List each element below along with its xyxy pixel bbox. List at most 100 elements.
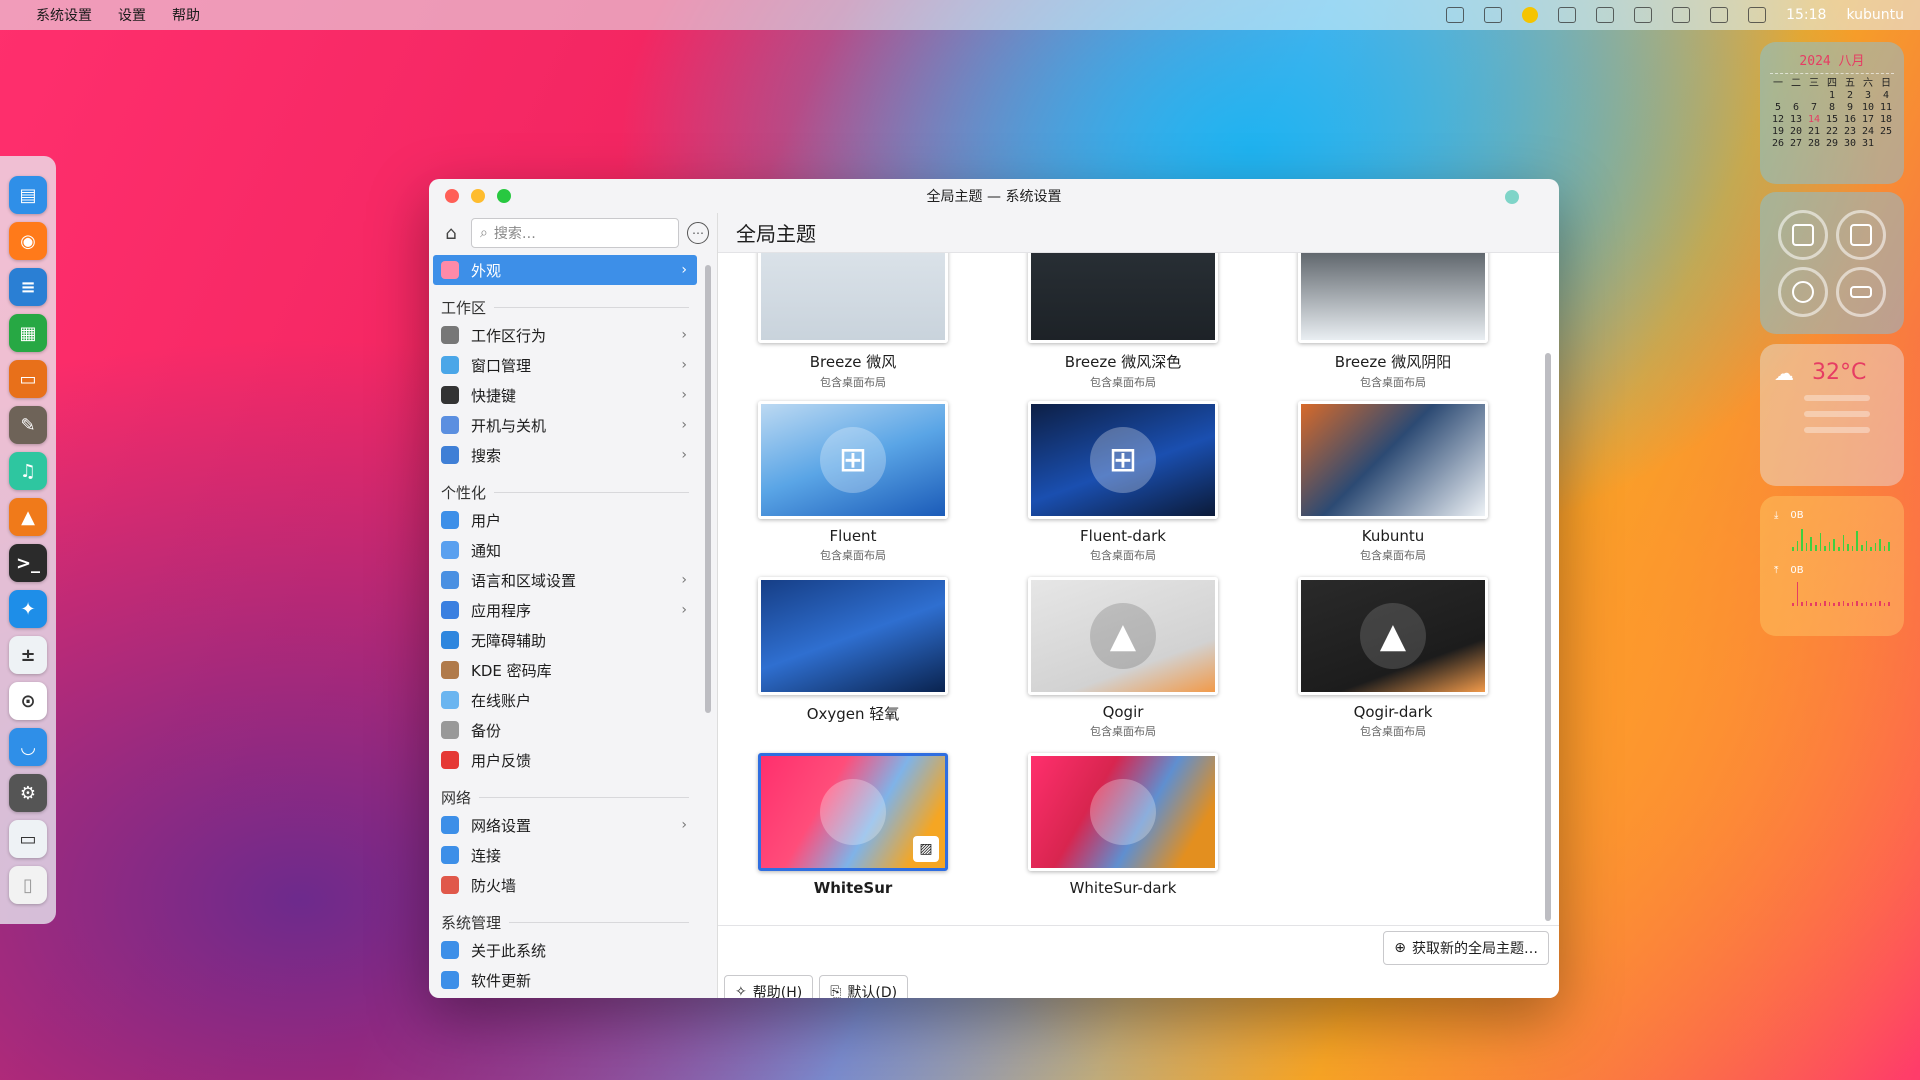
- sidebar-item[interactable]: 外观 ›: [433, 255, 697, 285]
- writer-app-icon[interactable]: ≡: [9, 268, 47, 306]
- notification-icon[interactable]: [1484, 7, 1503, 23]
- close-button[interactable]: [445, 189, 459, 203]
- theme-preview[interactable]: ⊞: [1028, 401, 1218, 519]
- theme-preview[interactable]: ⊞: [758, 401, 948, 519]
- theme-card[interactable]: ⊞ Fluent-dark 包含桌面布局: [1028, 401, 1218, 563]
- calendar-day[interactable]: [1878, 138, 1894, 150]
- calendar-day[interactable]: 1: [1824, 90, 1840, 102]
- calc-app-icon[interactable]: ▦: [9, 314, 47, 352]
- get-new-themes-button[interactable]: ⊕ 获取新的全局主题…: [1383, 931, 1549, 965]
- theme-card[interactable]: Breeze 微风深色 包含桌面布局: [1028, 253, 1218, 390]
- calendar-day[interactable]: 3: [1860, 90, 1876, 102]
- weather-tray-icon[interactable]: [1522, 7, 1539, 23]
- theme-card[interactable]: Kubuntu 包含桌面布局: [1298, 401, 1488, 563]
- search-input[interactable]: ⌕ 搜索…: [471, 218, 679, 248]
- theme-preview[interactable]: [1298, 253, 1488, 343]
- calendar-day[interactable]: 12: [1770, 114, 1786, 126]
- calendar-day[interactable]: 10: [1860, 102, 1876, 114]
- theme-preview[interactable]: [758, 253, 948, 343]
- calendar-day[interactable]: 25: [1878, 126, 1894, 138]
- sidebar-item[interactable]: 窗口管理 ›: [433, 350, 697, 380]
- calendar-day[interactable]: 31: [1860, 138, 1876, 150]
- calendar-day[interactable]: 23: [1842, 126, 1858, 138]
- sidebar-item[interactable]: KDE 密码库: [433, 655, 697, 685]
- system-settings-app-icon[interactable]: ⚙: [9, 774, 47, 812]
- sidebar-item[interactable]: 防火墙: [433, 870, 697, 900]
- clock[interactable]: 15:18: [1786, 7, 1826, 23]
- network-monitor-widget[interactable]: ⤓ 0B ⤒ 0B: [1760, 496, 1904, 636]
- calendar-day[interactable]: 22: [1824, 126, 1840, 138]
- calendar-day[interactable]: 9: [1842, 102, 1858, 114]
- calendar-day[interactable]: 5: [1770, 102, 1786, 114]
- clipboard-icon[interactable]: [1558, 7, 1577, 23]
- maximize-button[interactable]: [497, 189, 511, 203]
- discover-app-icon[interactable]: ◡: [9, 728, 47, 766]
- menu-help[interactable]: 帮助: [172, 5, 200, 25]
- calendar-day[interactable]: 21: [1806, 126, 1822, 138]
- main-scrollbar[interactable]: [1545, 353, 1551, 921]
- calendar-day[interactable]: 29: [1824, 138, 1840, 150]
- kdeconnect-app-icon[interactable]: ✦: [9, 590, 47, 628]
- wallpaper-icon[interactable]: ▨: [913, 836, 939, 862]
- calculator-app-icon[interactable]: ±: [9, 636, 47, 674]
- menu-settings[interactable]: 设置: [118, 5, 146, 25]
- calendar-day[interactable]: [1788, 90, 1804, 102]
- theme-card[interactable]: ⊞ Fluent 包含桌面布局: [758, 401, 948, 563]
- sidebar-item[interactable]: 在线账户: [433, 685, 697, 715]
- calendar-day[interactable]: 27: [1788, 138, 1804, 150]
- theme-card[interactable]: ▲ Qogir-dark 包含桌面布局: [1298, 577, 1488, 739]
- calendar-day[interactable]: [1806, 90, 1822, 102]
- sidebar-item[interactable]: 关于此系统: [433, 935, 697, 965]
- calendar-day[interactable]: 15: [1824, 114, 1840, 126]
- calendar-day[interactable]: 19: [1770, 126, 1786, 138]
- show-desktop-icon[interactable]: ▭: [9, 820, 47, 858]
- calendar-day[interactable]: 11: [1878, 102, 1894, 114]
- files-app-icon[interactable]: ▤: [9, 176, 47, 214]
- calendar-day[interactable]: [1770, 90, 1786, 102]
- music-app-icon[interactable]: ♫: [9, 452, 47, 490]
- defaults-button[interactable]: ⎘ 默认(D): [819, 975, 909, 998]
- theme-preview[interactable]: [1028, 753, 1218, 871]
- calendar-day[interactable]: 6: [1788, 102, 1804, 114]
- title-bar[interactable]: 全局主题 — 系统设置: [429, 179, 1559, 213]
- volume-icon[interactable]: [1710, 7, 1729, 23]
- calendar-day[interactable]: 14: [1806, 114, 1822, 126]
- sidebar-scrollbar[interactable]: [705, 265, 711, 713]
- calendar-day[interactable]: 20: [1788, 126, 1804, 138]
- calendar-day[interactable]: 17: [1860, 114, 1876, 126]
- trash-icon[interactable]: ▯: [9, 866, 47, 904]
- theme-card[interactable]: Breeze 微风 包含桌面布局: [758, 253, 948, 390]
- sidebar-item[interactable]: 开机与关机 ›: [433, 410, 697, 440]
- help-button[interactable]: ✧ 帮助(H): [724, 975, 814, 998]
- input-method-icon[interactable]: [1446, 7, 1465, 23]
- sidebar-item[interactable]: 备份: [433, 715, 697, 745]
- sidebar-item[interactable]: 连接: [433, 840, 697, 870]
- sidebar-item[interactable]: 搜索 ›: [433, 440, 697, 470]
- screenshot-app-icon[interactable]: ⊙: [9, 682, 47, 720]
- theme-card[interactable]: Breeze 微风阴阳 包含桌面布局: [1298, 253, 1488, 390]
- sidebar-item[interactable]: 软件更新: [433, 965, 697, 995]
- home-icon[interactable]: ⌂: [439, 221, 463, 245]
- sidebar-item[interactable]: 用户反馈: [433, 745, 697, 775]
- terminal-app-icon[interactable]: >_: [9, 544, 47, 582]
- minimize-button[interactable]: [471, 189, 485, 203]
- menu-system-settings[interactable]: 系统设置: [36, 5, 92, 25]
- theme-preview[interactable]: ▲: [1028, 577, 1218, 695]
- weather-widget[interactable]: ☁ 32°C: [1760, 344, 1904, 486]
- calendar-day[interactable]: 18: [1878, 114, 1894, 126]
- theme-preview[interactable]: [758, 577, 948, 695]
- calendar-day[interactable]: 2: [1842, 90, 1858, 102]
- theme-preview[interactable]: [1028, 253, 1218, 343]
- theme-card[interactable]: Oxygen 轻氧: [758, 577, 948, 726]
- sidebar-item[interactable]: 网络设置 ›: [433, 810, 697, 840]
- theme-preview[interactable]: ▨: [758, 753, 948, 871]
- theme-card[interactable]: ▲ Qogir 包含桌面布局: [1028, 577, 1218, 739]
- calendar-day[interactable]: 7: [1806, 102, 1822, 114]
- username[interactable]: kubuntu: [1846, 7, 1904, 23]
- sidebar-item[interactable]: 通知: [433, 535, 697, 565]
- network-icon[interactable]: [1634, 7, 1653, 23]
- calendar-day[interactable]: 4: [1878, 90, 1894, 102]
- calendar-day[interactable]: 26: [1770, 138, 1786, 150]
- calendar-day[interactable]: 16: [1842, 114, 1858, 126]
- theme-card[interactable]: ▨WhiteSur包含桌面布局: [758, 753, 948, 895]
